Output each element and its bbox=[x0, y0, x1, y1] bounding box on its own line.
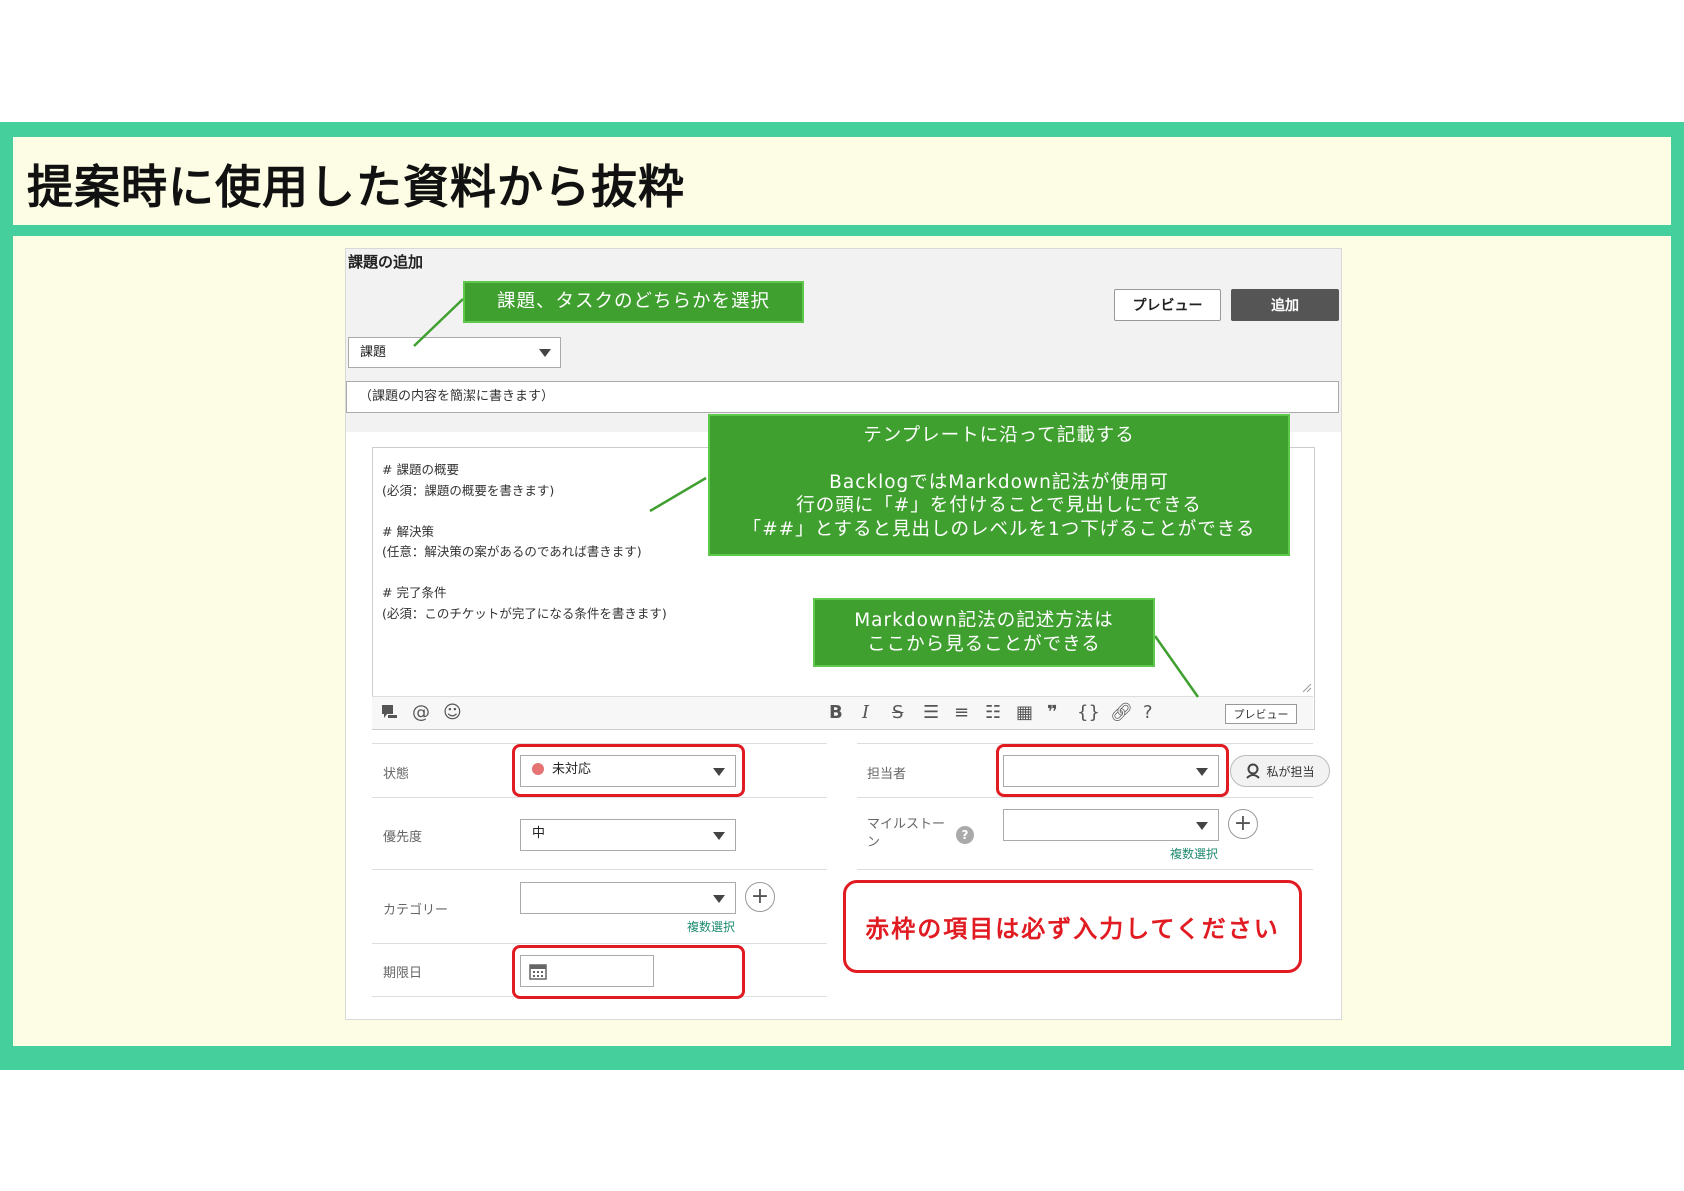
callout-connectors bbox=[413, 298, 1200, 698]
callout-template-line3: 「##」とすると見出しのレベルを1つ下げることができる bbox=[742, 518, 1256, 540]
callout-template-line2: 行の頭に「#」を付けることで見出しにできる bbox=[796, 495, 1202, 516]
callout-type-select: 課題、タスクのどちらかを選択 bbox=[463, 281, 804, 323]
callout-template-line1: BacklogではMarkdown記法が使用可 bbox=[829, 471, 1169, 493]
callout-markdown-help: Markdown記法の記述方法は ここから見ることができる bbox=[813, 598, 1155, 667]
required-notice: 赤枠の項目は必ず入力してください bbox=[843, 880, 1302, 973]
callout-template: テンプレートに沿って記載する BacklogではMarkdown記法が使用可 行… bbox=[708, 414, 1290, 556]
callout-template-title: テンプレートに沿って記載する bbox=[863, 425, 1135, 446]
callout-markdown-line1: Markdown記法の記述方法は bbox=[854, 610, 1114, 631]
callout-markdown-line2: ここから見ることができる bbox=[867, 634, 1101, 655]
callout-type-select-text: 課題、タスクのどちらかを選択 bbox=[496, 291, 770, 312]
